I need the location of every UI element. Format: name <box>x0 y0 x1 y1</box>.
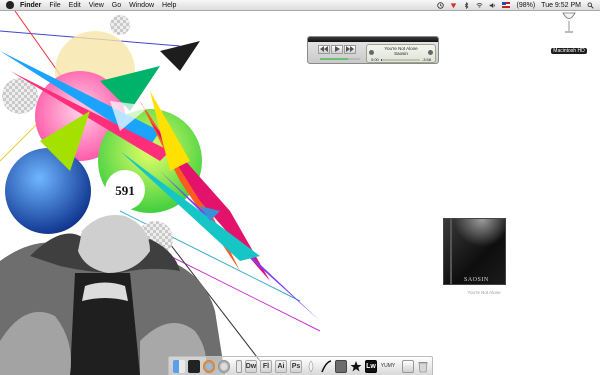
finder-icon[interactable] <box>173 359 185 373</box>
itunes-title-bar[interactable] <box>308 37 438 42</box>
album-art-desktop-icon[interactable]: SAOSIN <box>443 218 506 285</box>
yumi-icon[interactable]: YUMY <box>380 360 396 373</box>
menu-app-finder[interactable]: Finder <box>20 2 41 9</box>
firefox-icon[interactable] <box>203 359 215 373</box>
illustrator-icon[interactable]: Ai <box>275 359 287 373</box>
logo-text: 591 <box>115 183 135 198</box>
apple-menu-icon[interactable] <box>6 1 14 9</box>
album-band-name: SAOSIN <box>464 277 489 283</box>
dock: Dw Fl Ai Ps Lw YUMY <box>168 356 433 375</box>
spotlight-search-icon[interactable] <box>587 2 594 9</box>
album-glow <box>454 219 505 247</box>
stacks-icon[interactable] <box>402 359 414 373</box>
macintosh-hd-desktop-icon[interactable]: Macintosh HD <box>548 12 590 57</box>
wine-glass-drive-icon <box>562 12 576 33</box>
menu-help[interactable]: Help <box>162 2 176 9</box>
bluetooth-icon[interactable] <box>463 1 470 9</box>
time-machine-icon[interactable] <box>437 1 445 9</box>
volume-level <box>320 58 348 60</box>
us-flag-icon[interactable] <box>502 2 511 8</box>
menu-bar: Finder File Edit View Go Window Help (98… <box>0 0 600 11</box>
feather-icon[interactable] <box>305 360 317 373</box>
volume-slider[interactable] <box>320 58 360 60</box>
photoshop-icon[interactable]: Ps <box>290 359 302 373</box>
lightwave-icon[interactable]: Lw <box>365 359 377 373</box>
play-icon <box>335 46 340 52</box>
macintosh-hd-label: Macintosh HD <box>551 48 587 54</box>
next-track-button[interactable] <box>344 45 356 54</box>
next-icon <box>346 46 354 52</box>
battery-percentage[interactable]: (98%) <box>516 2 535 9</box>
elapsed-time: 0:00 <box>371 57 379 62</box>
itunes-mini-player[interactable]: You're Not Alone Saosin 0:00 -3:58 <box>307 36 439 64</box>
menu-view[interactable]: View <box>89 2 104 9</box>
itunes-display: You're Not Alone Saosin 0:00 -3:58 <box>366 44 436 63</box>
person-photo <box>0 215 225 375</box>
ipod-icon[interactable] <box>236 359 242 373</box>
menu-file[interactable]: File <box>49 2 60 9</box>
menu-edit[interactable]: Edit <box>69 2 81 9</box>
progress-fill <box>380 58 382 61</box>
menu-go[interactable]: Go <box>112 2 121 9</box>
dreamweaver-icon[interactable]: Dw <box>245 359 257 373</box>
wifi-icon[interactable] <box>476 2 484 9</box>
itunes-icon[interactable] <box>335 359 347 373</box>
remaining-time: -3:58 <box>421 57 431 62</box>
track-artist: Saosin <box>394 51 408 56</box>
star-icon[interactable] <box>350 360 362 373</box>
volume-icon[interactable] <box>489 2 496 9</box>
menu-window[interactable]: Window <box>129 2 154 9</box>
checker-orb-top <box>110 15 130 35</box>
clock[interactable]: Tue 9:52 PM <box>541 2 581 9</box>
terminal-icon[interactable] <box>188 359 200 373</box>
album-caption: You're Not Alone <box>467 290 501 295</box>
blue-orb <box>5 148 91 234</box>
flash-icon[interactable]: Fl <box>260 359 272 373</box>
play-button[interactable] <box>331 45 343 54</box>
previous-track-button[interactable] <box>318 45 330 54</box>
settings-icon[interactable] <box>218 359 230 373</box>
status-menu-area: (98%) Tue 9:52 PM <box>437 1 600 9</box>
progress-bar[interactable] <box>380 58 420 61</box>
adium-icon[interactable] <box>320 359 332 373</box>
previous-icon <box>320 46 328 52</box>
trash-icon[interactable] <box>417 360 429 373</box>
playback-controls <box>318 45 356 54</box>
wallpaper-artwork <box>0 11 321 375</box>
extra-icon[interactable] <box>450 2 457 9</box>
